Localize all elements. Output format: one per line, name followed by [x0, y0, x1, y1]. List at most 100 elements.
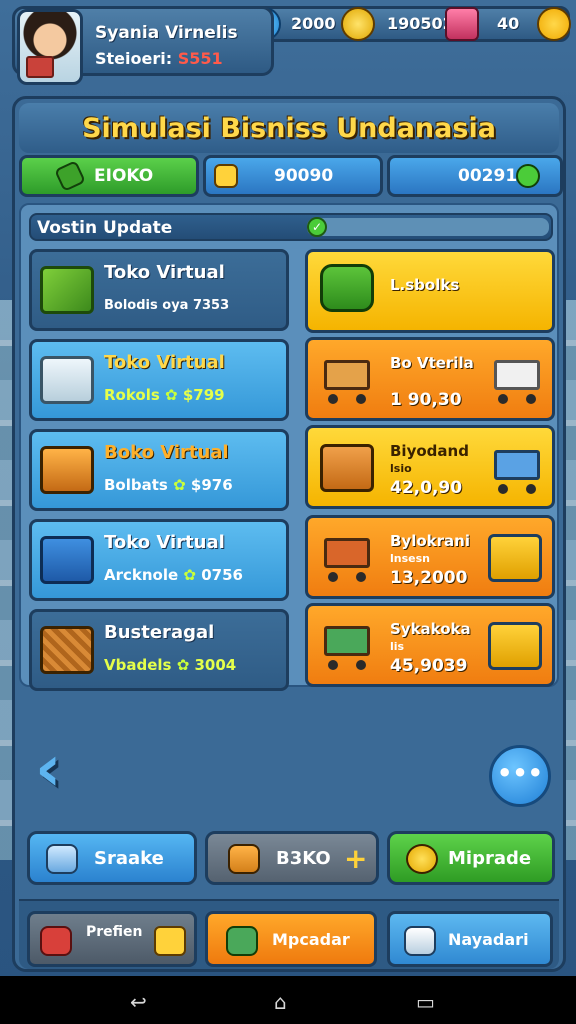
coin-icon: [154, 926, 186, 956]
nav-label: Nayadari: [448, 930, 529, 949]
smiley-icon[interactable]: [537, 7, 571, 41]
tab-90090[interactable]: 90090: [203, 155, 383, 197]
back-icon[interactable]: ↩: [130, 990, 147, 1014]
shop-card-sub: Rokols ✿ $799: [104, 386, 225, 404]
ticket-machine-icon: [488, 622, 542, 670]
shop-card-sub-value: 3004: [194, 656, 237, 674]
bottom-nav: Prefien Mpcadar Nayadari: [19, 899, 559, 969]
gear-coin-icon: ✿: [176, 656, 190, 674]
player-profile[interactable]: Syania Virnelis Steioeri: S551: [12, 6, 274, 85]
nav-label: Prefien: [86, 924, 143, 940]
shop-card-3[interactable]: Boko Virtual Bolbats ✿ $976: [29, 429, 289, 511]
upgrade-value: 1 90,30: [390, 390, 462, 410]
shop-card-sub-label: Vbadels: [104, 656, 172, 674]
upgrade-title: Biyodand: [390, 442, 469, 460]
clock-icon: [516, 164, 540, 188]
shop-card-sub-value: 0756: [201, 566, 243, 584]
home-icon[interactable]: ⌂: [274, 990, 287, 1014]
shop-card-1[interactable]: Toko Virtual Bolodis oya 7353: [29, 249, 289, 331]
tab-00291[interactable]: 00291: [387, 155, 563, 197]
upgrade-card-1[interactable]: L.sbolks: [305, 249, 555, 333]
shop-card-sub: Arcknole ✿ 0756: [104, 566, 243, 584]
shop-card-sub-value: $799: [182, 386, 225, 404]
upgrade-title: L.sbolks: [390, 276, 460, 294]
shop-card-name: Boko Virtual: [104, 442, 229, 463]
tab-label: 90090: [274, 166, 334, 186]
shop-card-5[interactable]: Busteragal Vbadels ✿ 3004: [29, 609, 289, 691]
shop-card-name: Toko Virtual: [104, 352, 225, 373]
gift-box-icon[interactable]: [445, 7, 479, 41]
nav-nayadari-button[interactable]: Nayadari: [387, 911, 553, 967]
player-name: Syania Virnelis: [95, 23, 238, 43]
gift-icon: [40, 926, 72, 956]
back-arrow-icon[interactable]: ‹: [35, 737, 85, 805]
update-bar: Vostin Update ✓: [29, 213, 553, 241]
main-panel: Simulasi Bisniss Undanasia EIOKO 90090 0…: [12, 96, 566, 972]
check-icon: ✓: [307, 217, 327, 237]
shop-card-sub-label: Arcknole: [104, 566, 179, 584]
box-icon: [228, 844, 260, 874]
system-nav-bar: ↩ ⌂ ▭: [0, 976, 576, 1024]
upgrade-subtitle: lis: [390, 640, 405, 653]
shop-card-sub-label: Rokols: [104, 386, 160, 404]
basket-icon: [318, 532, 376, 582]
tab-label: EIOKO: [94, 166, 154, 186]
nav-mpcadar-button[interactable]: Mpcadar: [205, 911, 377, 967]
basket-icon: [318, 620, 376, 670]
cart-icon: [488, 444, 546, 494]
gear-coin-icon: ✿: [183, 566, 196, 584]
shop-card-name: Toko Virtual: [104, 262, 225, 283]
stat-money-value: 190502: [387, 14, 454, 33]
tab-eioko[interactable]: EIOKO: [19, 155, 199, 197]
mailbox-icon: [40, 536, 94, 584]
crate-icon: [40, 266, 94, 314]
action-sraake-button[interactable]: Sraake: [27, 831, 197, 885]
action-label: B3KO: [276, 848, 331, 869]
gear-coin-icon: ✿: [165, 386, 178, 404]
shop-card-sub-label: Bolodis: [104, 298, 158, 313]
basket-icon: [40, 626, 94, 674]
upgrade-value: 42,0,90: [390, 478, 463, 498]
top-bar: 2000 190502 40 Syania Virnelis Steioeri:…: [0, 0, 576, 90]
upgrade-value: 45,9039: [390, 656, 468, 676]
stats-bar: 2000 190502 40: [244, 6, 571, 42]
nav-prefien-button[interactable]: Prefien: [27, 911, 197, 967]
upgrade-title: Sykakoka: [390, 620, 471, 638]
action-miprade-button[interactable]: Miprade: [387, 831, 555, 885]
upgrade-card-3[interactable]: Biyodand lsio 42,0,90: [305, 425, 555, 509]
action-label: Sraake: [94, 848, 164, 869]
recents-icon[interactable]: ▭: [416, 990, 435, 1014]
bowl-icon: [46, 844, 78, 874]
upgrade-card-4[interactable]: Bylokrani lnsesn 13,2000: [305, 515, 555, 599]
more-button[interactable]: •••: [489, 745, 551, 807]
update-label: Vostin Update: [37, 218, 173, 238]
face-icon: [406, 844, 438, 874]
upgrade-title: Bo Vterila: [390, 354, 474, 372]
tab-label: 00291: [458, 166, 518, 186]
action-label: Miprade: [448, 848, 532, 869]
avatar[interactable]: [17, 9, 83, 85]
shop-list-area: Vostin Update ✓ Toko Virtual Bolodis oya…: [19, 203, 559, 691]
action-b3ko-button[interactable]: B3KO +: [205, 831, 379, 885]
player-status: Steioeri: S551: [95, 49, 223, 68]
gear-coin-icon: ✿: [173, 476, 186, 494]
plus-icon: +: [344, 842, 368, 875]
box-icon: [40, 356, 94, 404]
upgrade-subtitle: lnsesn: [390, 552, 430, 565]
upgrade-title: Bylokrani: [390, 532, 470, 550]
upgrade-card-5[interactable]: Sykakoka lis 45,9039: [305, 603, 555, 687]
upgrade-subtitle: lsio: [390, 462, 412, 475]
page-title: Simulasi Bisniss Undanasia: [19, 103, 559, 153]
coin-icon[interactable]: [341, 7, 375, 41]
cart-icon: [226, 926, 258, 956]
shop-card-sub-value: oya 7353: [162, 298, 230, 313]
update-progress: ✓: [307, 217, 549, 237]
shop-card-2[interactable]: Toko Virtual Rokols ✿ $799: [29, 339, 289, 421]
ticket-machine-icon: [488, 534, 542, 582]
shop-card-name: Busteragal: [104, 622, 215, 643]
shop-card-sub-label: Bolbats: [104, 476, 168, 494]
shop-card-sub: Bolbats ✿ $976: [104, 476, 233, 494]
upgrade-card-2[interactable]: Bo Vterila 1 90,30: [305, 337, 555, 421]
stat-gift-value: 40: [497, 14, 520, 33]
shop-card-4[interactable]: Toko Virtual Arcknole ✿ 0756: [29, 519, 289, 601]
